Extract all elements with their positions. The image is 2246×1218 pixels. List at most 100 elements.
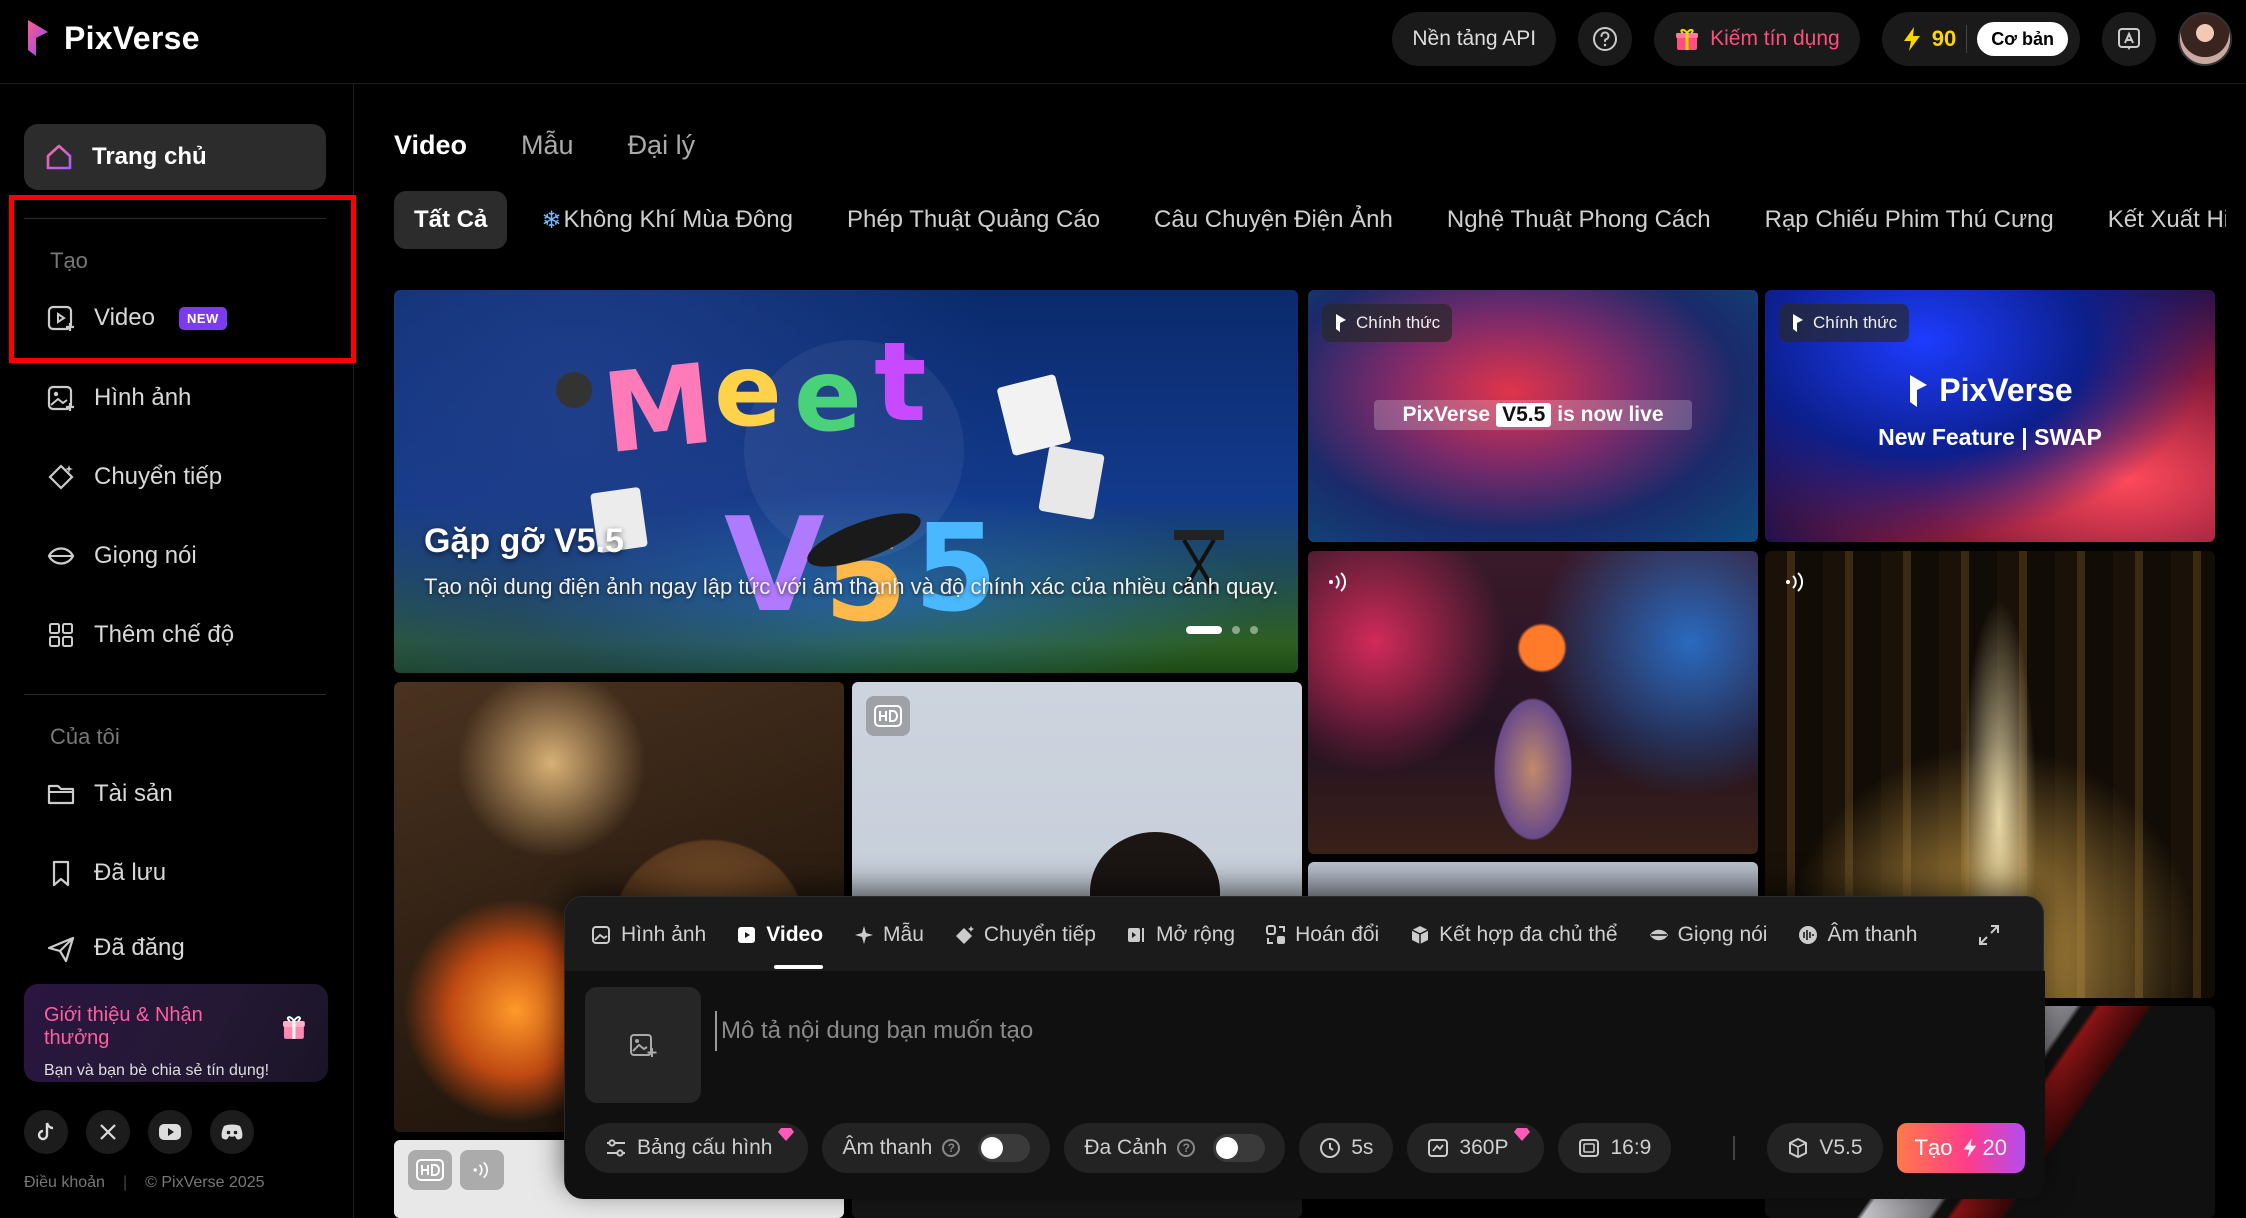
pixverse-logo-icon (1793, 314, 1803, 332)
user-avatar[interactable] (2178, 12, 2232, 66)
sidebar-item-home[interactable]: Trang chủ (24, 124, 326, 190)
transition-label: Chuyển tiếp (94, 463, 223, 490)
audio-toggle[interactable] (978, 1134, 1031, 1162)
sidebar-item-transition[interactable]: Chuyển tiếp (24, 447, 326, 507)
lightning-icon (1964, 1138, 1977, 1158)
sidebar-item-image[interactable]: Hình ảnh (24, 368, 326, 428)
filter-chip[interactable]: Câu Chuyện Điện Ảnh (1134, 191, 1413, 249)
mode-tab-swap[interactable]: Hoán đổi (1265, 915, 1379, 955)
filter-chip[interactable]: ❄ Không Khí Mùa Đông (521, 191, 813, 249)
sparkle-icon (855, 926, 874, 944)
api-platform-button[interactable]: Nền tảng API (1392, 12, 1557, 66)
sidebar-item-saved[interactable]: Đã lưu (24, 843, 326, 903)
mode-tab-voice[interactable]: Giọng nói (1648, 915, 1767, 955)
filter-chip[interactable]: Phép Thuật Quảng Cáo (827, 191, 1120, 249)
create-label: Tạo (1914, 1135, 1953, 1160)
hd-badge (408, 1150, 452, 1190)
discord-link[interactable] (210, 1110, 254, 1154)
tiktok-link[interactable] (24, 1110, 68, 1154)
filter-chip[interactable]: Rạp Chiếu Phim Thú Cưng (1745, 191, 2074, 249)
video-label: Video (94, 304, 155, 331)
mode-tab-extend[interactable]: Mở rộng (1126, 915, 1235, 955)
mode-tab-templates[interactable]: Mẫu (853, 915, 924, 955)
config-button[interactable]: Bảng cấu hình (585, 1123, 809, 1173)
svg-text:e: e (794, 337, 862, 454)
sidebar-divider (24, 218, 326, 219)
image-upload-button[interactable] (585, 987, 701, 1103)
audio-toggle-control[interactable]: Âm thanh ? (822, 1123, 1051, 1173)
controls-divider (1733, 1136, 1736, 1160)
api-platform-label: Nền tảng API (1412, 27, 1537, 50)
official-tag: Chính thức (1322, 304, 1453, 342)
tab-video[interactable]: Video (394, 130, 467, 161)
hero-banner[interactable]: M e e t V 5 5 Gặp gỡ V5.5 Tạo nội dung đ… (394, 290, 1298, 673)
help-button[interactable] (1578, 12, 1633, 66)
tab-agents[interactable]: Đại lý (628, 130, 696, 161)
premium-gem-icon (1514, 1128, 1531, 1141)
help-icon (1593, 27, 1618, 51)
tiktok-icon (37, 1122, 54, 1141)
filter-chip[interactable]: Tất Cả (394, 191, 508, 249)
video-thumbnail[interactable] (1308, 551, 1758, 854)
carousel-dot[interactable] (1186, 626, 1222, 634)
gift-box-icon (283, 1016, 306, 1039)
duration-select[interactable]: 5s (1299, 1123, 1394, 1173)
new-badge: NEW (178, 306, 227, 330)
carousel-dot[interactable] (1250, 626, 1258, 634)
multishot-toggle[interactable] (1213, 1134, 1266, 1162)
mode-tab-multi-subject[interactable]: Kết hợp đa chủ thể (1409, 915, 1618, 955)
bookmark-icon (52, 860, 70, 887)
assets-label: Tài sản (94, 780, 173, 807)
translate-button[interactable] (2102, 12, 2156, 66)
youtube-link[interactable] (148, 1110, 192, 1154)
sidebar: Trang chủ Tạo Video NEW Hình ảnh Chuyển … (0, 84, 354, 1218)
expand-icon[interactable] (1977, 923, 2001, 947)
filter-chip[interactable]: Nghệ Thuật Phong Cách (1427, 191, 1731, 249)
sidebar-item-voice[interactable]: Giọng nói (24, 526, 326, 586)
filter-chip[interactable]: Kết Xuất Hiệu (2088, 191, 2226, 249)
sidebar-item-video[interactable]: Video NEW (24, 288, 326, 348)
model-select[interactable]: V5.5 (1767, 1123, 1883, 1173)
cube-icon (1411, 926, 1429, 944)
multishot-toggle-control[interactable]: Đa Cảnh ? (1064, 1123, 1286, 1173)
sidebar-item-published[interactable]: Đã đăng (24, 920, 326, 968)
help-icon[interactable]: ? (1177, 1139, 1196, 1157)
resolution-select[interactable]: 360P (1407, 1123, 1545, 1173)
pixverse-logo-icon (28, 20, 48, 56)
referral-banner[interactable]: Giới thiệu & Nhận thưởng Bạn và bạn bè c… (24, 984, 328, 1082)
discord-icon (221, 1124, 243, 1140)
mode-tab-audio[interactable]: Âm thanh (1797, 915, 1917, 955)
credits-count: 90 (1931, 26, 1957, 51)
swap-logo-text: PixVerse (1939, 372, 2073, 408)
create-panel: Hình ảnh Video Mẫu Chuyển tiếp Mở rộng H… (564, 896, 2045, 1199)
official-tag-label: Chính thức (1813, 313, 1898, 332)
mode-tab-label: Hình ảnh (621, 923, 707, 946)
mode-tab-transition[interactable]: Chuyển tiếp (954, 915, 1096, 955)
sidebar-item-assets[interactable]: Tài sản (24, 764, 326, 824)
app-logo[interactable]: PixVerse (24, 18, 200, 58)
carousel-dot[interactable] (1232, 626, 1240, 634)
hd-icon (416, 1159, 444, 1181)
top-bar: PixVerse Nền tảng API Kiếm tín dụng 90 C… (0, 0, 2246, 84)
sidebar-item-more-modes[interactable]: Thêm chế độ (24, 605, 326, 665)
prompt-input[interactable] (715, 1011, 1995, 1051)
help-icon[interactable]: ? (942, 1139, 961, 1157)
image-add-icon (630, 1034, 657, 1057)
mode-tab-video[interactable]: Video (736, 915, 823, 969)
tab-templates[interactable]: Mẫu (521, 130, 574, 161)
create-button[interactable]: Tạo 20 (1896, 1123, 2025, 1173)
earn-credits-button[interactable]: Kiếm tín dụng (1654, 12, 1860, 66)
plan-button[interactable]: Cơ bản (1977, 22, 2068, 56)
swap-feature-card[interactable]: Chính thức PixVerse New Feature | SWAP (1765, 290, 2215, 542)
terms-link[interactable]: Điều khoản (24, 1174, 105, 1192)
video-thumbnail[interactable] (852, 682, 1302, 922)
mode-tab-label: Chuyển tiếp (983, 923, 1096, 946)
aspect-ratio-select[interactable]: 16:9 (1558, 1123, 1672, 1173)
create-cost-value: 20 (1982, 1135, 2007, 1160)
mode-tab-image[interactable]: Hình ảnh (591, 915, 706, 955)
footer-divider: | (122, 1174, 128, 1191)
credits-display[interactable]: 90 Cơ bản (1881, 12, 2080, 66)
x-link[interactable] (86, 1110, 130, 1154)
pixverse-logo-icon (1336, 314, 1346, 332)
v55-live-card[interactable]: Chính thức PixVerse V5.5 is now live (1308, 290, 1758, 542)
